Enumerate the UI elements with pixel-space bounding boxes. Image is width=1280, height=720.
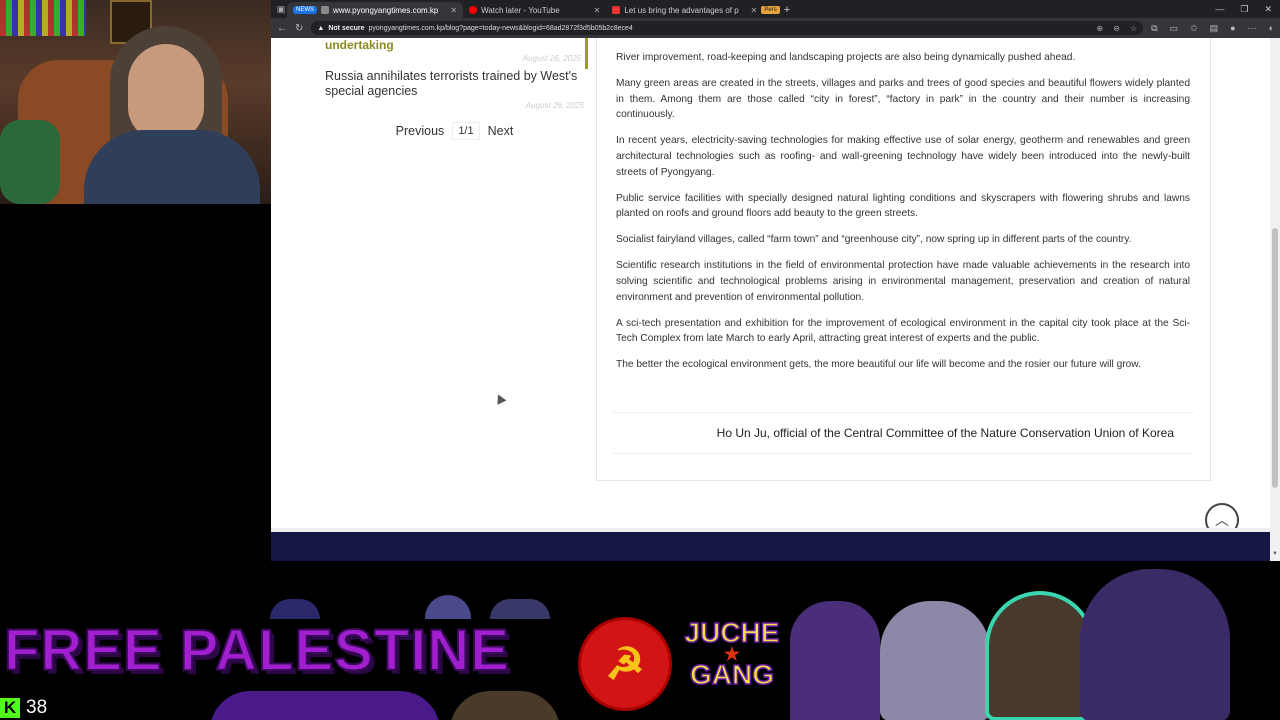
reader-icon[interactable]: ⊖ <box>1113 24 1120 33</box>
more-menu-icon[interactable]: ⋯ <box>1248 23 1257 34</box>
news-date: August 26, 2025 <box>522 54 581 63</box>
portrait-figure <box>1080 569 1230 720</box>
page-scrollbar[interactable]: ▼ <box>1270 38 1280 561</box>
collections-icon[interactable]: ▤ <box>1210 23 1219 34</box>
article-paragraph: The better the ecological environment ge… <box>616 359 1141 371</box>
close-tab-icon[interactable]: ✕ <box>751 6 758 15</box>
security-label[interactable]: Not secure <box>328 25 364 32</box>
plant <box>0 120 60 204</box>
extensions-area: ⧉ ▭ ✩ ▤ ● ⋯ ◐ <box>1151 23 1274 34</box>
led-lights <box>0 0 86 36</box>
viewer-counter: K 38 <box>0 697 47 719</box>
next-page-link[interactable]: Next <box>488 124 514 138</box>
site-favicon-icon <box>321 6 329 14</box>
tab-youtube-watch-later[interactable]: Watch later - YouTube ✕ <box>463 2 606 18</box>
streamer-face <box>128 44 204 140</box>
reload-icon[interactable]: ↻ <box>295 23 303 34</box>
tab-article-pdf[interactable]: Let us bring the advantages of p ✕ Pers … <box>606 2 796 18</box>
news-title[interactable]: undertaking <box>325 38 585 52</box>
previous-page-link[interactable]: Previous <box>396 124 445 138</box>
tab-pyongyang-times[interactable]: NEWS www.pyongyangtimes.com.kp ✕ <box>287 2 464 18</box>
cat-figure <box>880 601 990 720</box>
portrait-figure <box>790 601 880 720</box>
favorites-icon[interactable]: ✩ <box>1190 23 1198 34</box>
omnibox[interactable]: ▲ Not secure pyongyangtimes.com.kp/blog?… <box>311 21 1144 35</box>
portrait-figure <box>270 599 320 619</box>
pagination: Previous 1/1 Next <box>321 122 588 140</box>
list-item[interactable]: Russia annihilates terrorists trained by… <box>321 69 588 116</box>
news-date: August 26, 2025 <box>525 101 584 110</box>
mouse-cursor-icon <box>493 392 507 405</box>
article-body: River improvement, road-keeping and land… <box>596 38 1211 481</box>
chevron-up-icon: ︿ <box>1215 512 1229 528</box>
streamer-hoodie <box>84 130 260 204</box>
address-bar-row: ← ↻ ▲ Not secure pyongyangtimes.com.kp/b… <box>271 18 1280 38</box>
list-item[interactable]: undertaking August 26, 2025 <box>321 38 588 69</box>
portrait-figure <box>985 591 1095 720</box>
warning-icon[interactable]: ▲ <box>317 25 324 32</box>
gang-text: GANG <box>689 658 775 691</box>
article-paragraph: Socialist fairyland villages, called “fa… <box>616 234 1132 246</box>
article-byline: Ho Un Ju, official of the Central Commit… <box>613 412 1194 454</box>
omnibox-tools: ⊕ ⊖ ☆ <box>1097 24 1138 33</box>
tab-title: Let us bring the advantages of p <box>624 5 739 15</box>
article-paragraph: A sci-tech presentation and exhibition f… <box>616 317 1190 345</box>
close-tab-icon[interactable]: ✕ <box>450 6 457 15</box>
back-arrow-icon[interactable]: ← <box>277 23 287 34</box>
tab-search-icon[interactable]: ▣ <box>275 0 287 18</box>
star-icon[interactable]: ☆ <box>1130 24 1137 33</box>
viewer-count: 38 <box>26 697 48 718</box>
portrait-figure <box>490 599 550 619</box>
tab-group-tag[interactable]: Pers <box>761 6 780 14</box>
tab-bar: ▣ NEWS www.pyongyangtimes.com.kp ✕ Watch… <box>271 0 1280 18</box>
article-paragraph: River improvement, road-keeping and land… <box>616 52 1076 63</box>
free-palestine-banner: FREE PALESTINE <box>3 617 510 684</box>
close-window-icon[interactable]: ✕ <box>1264 4 1272 15</box>
scroll-down-arrow-icon[interactable]: ▼ <box>1272 551 1278 557</box>
tab-group-badge[interactable]: NEWS <box>293 6 317 14</box>
article-paragraph: Scientific research institutions in the … <box>616 260 1190 303</box>
juche-gang-logo: JUCHE ★ GANG <box>682 616 782 711</box>
browser-window: ▣ NEWS www.pyongyangtimes.com.kp ✕ Watch… <box>271 0 1280 561</box>
news-title[interactable]: Russia annihilates terrorists trained by… <box>325 69 588 99</box>
restore-icon[interactable]: ❐ <box>1240 4 1248 15</box>
star-icon: ★ <box>723 644 741 664</box>
tab-title: www.pyongyangtimes.com.kp <box>333 5 439 15</box>
article-paragraph: In recent years, electricity-saving tech… <box>616 135 1190 178</box>
copilot-icon[interactable]: ◐ <box>1269 23 1274 34</box>
split-view-icon[interactable]: ▭ <box>1170 23 1179 34</box>
portrait-figure <box>450 691 560 720</box>
minimize-icon[interactable]: — <box>1215 4 1224 14</box>
webcam-feed <box>0 0 271 204</box>
related-news-list: undertaking August 26, 2025 Russia annih… <box>321 38 588 140</box>
author-text: Ho Un Ju, official of the Central Commit… <box>716 426 1174 440</box>
kick-logo-icon: K <box>0 698 20 718</box>
portrait-figure <box>425 595 471 619</box>
portrait-figure <box>210 691 440 720</box>
new-tab-icon[interactable]: + <box>784 4 790 16</box>
tab-title: Watch later - YouTube <box>481 5 560 15</box>
pdf-favicon-icon <box>612 6 621 14</box>
stream-overlay: FREE PALESTINE FREE PALESTINE ☭ JUCHE ★ … <box>0 561 1280 720</box>
profile-avatar-icon[interactable]: ● <box>1230 23 1235 34</box>
page-viewport: undertaking August 26, 2025 Russia annih… <box>271 38 1280 561</box>
party-emblem-icon: ☭ <box>578 617 672 711</box>
article-paragraph: Many green areas are created in the stre… <box>616 78 1190 121</box>
close-tab-icon[interactable]: ✕ <box>594 6 601 15</box>
extension-icon[interactable]: ⧉ <box>1151 23 1157 34</box>
youtube-favicon-icon <box>469 6 478 14</box>
article-paragraph: Public service facilities with specially… <box>616 192 1190 220</box>
zoom-icon[interactable]: ⊕ <box>1097 24 1104 33</box>
page-indicator: 1/1 <box>452 122 480 140</box>
url-text[interactable]: pyongyangtimes.com.kp/blog?page=today-ne… <box>369 25 633 32</box>
window-controls: — ❐ ✕ <box>1215 0 1272 18</box>
scrollbar-thumb[interactable] <box>1272 228 1278 488</box>
site-footer <box>271 528 1271 561</box>
